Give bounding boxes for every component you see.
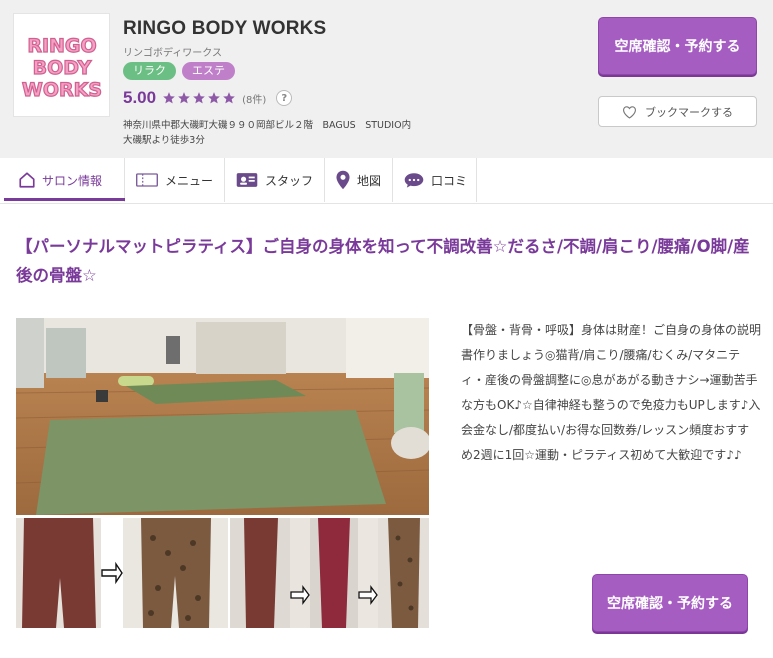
salon-name: RINGO BODY WORKS (123, 18, 327, 39)
salon-access: 大磯駅より徒歩3分 (123, 135, 205, 146)
arrow-2 (290, 518, 310, 628)
genre-tags: リラク エステ (123, 62, 235, 80)
rating-score: 5.00 (123, 88, 157, 107)
after-photo-1 (123, 518, 228, 628)
rating-row: 5.00 (8件) ? (123, 88, 293, 108)
before-photo-2 (230, 518, 290, 628)
salon-kana: リンゴボディワークス (123, 48, 222, 59)
bookmark-button[interactable]: ブックマークする (598, 96, 757, 127)
help-icon[interactable]: ? (276, 90, 293, 106)
logo-text-line2: BODY (32, 57, 91, 79)
reserve-button-bottom[interactable]: 空席確認・予約する (592, 574, 748, 632)
home-icon (19, 172, 35, 188)
tab-label-menu: メニュー (165, 173, 214, 188)
arrow-3 (358, 518, 378, 628)
star-icon (178, 92, 190, 104)
review-count[interactable]: (8件) (242, 91, 266, 106)
salon-description: 【骨盤・背骨・呼吸】身体は財産！ご自身の身体の説明書作りましょう◎猫背/肩こり/… (461, 323, 762, 462)
studio-photo (16, 318, 429, 515)
tag-esthe: エステ (182, 62, 235, 80)
tab-salon-info[interactable]: サロン情報 (4, 158, 125, 202)
reserve-button[interactable]: 空席確認・予約する (598, 17, 757, 75)
heart-icon (622, 105, 637, 119)
star-icon (223, 92, 235, 104)
before-photo-3 (310, 518, 358, 628)
after-photo-3 (378, 518, 429, 628)
star-icon (208, 92, 220, 104)
chat-bubble-icon (404, 173, 424, 188)
map-pin-icon (336, 170, 350, 190)
salon-address-block: 神奈川県中郡大磯町大磯９９０岡部ビル２階 BAGUS STUDIO内 大磯駅より… (123, 118, 411, 148)
tab-label-staff: スタッフ (265, 173, 314, 188)
salon-header: RINGO BODY WORKS RINGO BODY WORKS リンゴボディ… (0, 0, 773, 158)
tab-label-map: 地図 (357, 173, 382, 188)
arrow-right-icon (101, 561, 123, 585)
tab-label-reviews: 口コミ (431, 173, 468, 188)
arrow-right-icon (290, 518, 310, 628)
tabs-divider (0, 203, 773, 204)
tag-relax: リラク (123, 62, 176, 80)
star-icon (163, 92, 175, 104)
star-icon (193, 92, 205, 104)
tab-map[interactable]: 地図 (325, 158, 393, 202)
ticket-icon (136, 173, 158, 187)
tab-label-salon-info: サロン情報 (42, 173, 103, 188)
salon-address: 神奈川県中郡大磯町大磯９９０岡部ビル２階 BAGUS STUDIO内 (123, 120, 412, 131)
salon-logo: RINGO BODY WORKS (13, 13, 110, 117)
staff-card-icon (236, 173, 258, 187)
tab-staff[interactable]: スタッフ (225, 158, 325, 202)
before-photo-1 (16, 518, 101, 628)
rating-stars (162, 91, 236, 105)
active-tab-indicator (4, 198, 125, 201)
arrow-right-icon (358, 518, 378, 628)
bookmark-label: ブックマークする (645, 105, 733, 119)
before-after-photos (16, 518, 429, 628)
tab-reviews[interactable]: 口コミ (393, 158, 477, 202)
logo-text-line1: RINGO (27, 35, 96, 57)
catch-copy: 【パーソナルマットピラティス】ご自身の身体を知って不調改善☆だるさ/不調/肩こり… (16, 237, 750, 285)
logo-text-line3: WORKS (21, 79, 101, 100)
arrow-1 (101, 518, 123, 628)
tab-menu[interactable]: メニュー (125, 158, 225, 202)
